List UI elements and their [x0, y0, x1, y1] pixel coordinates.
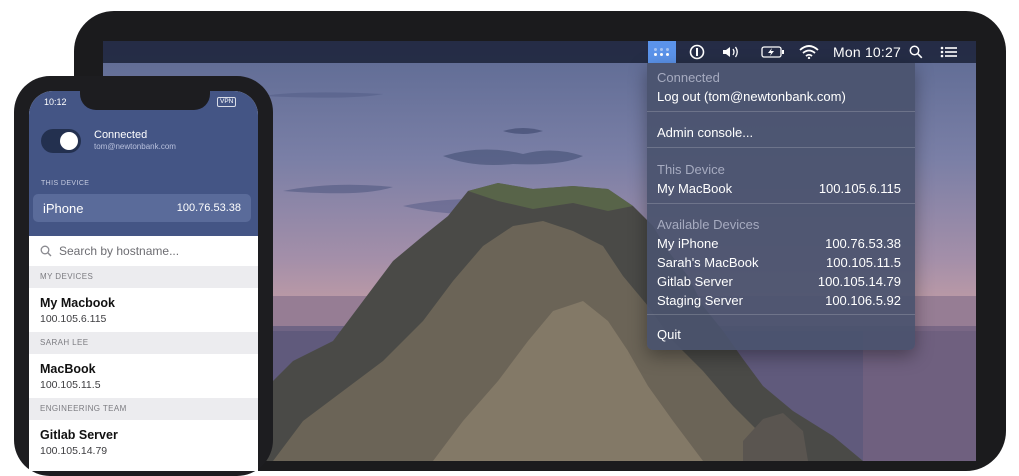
search-bar[interactable]: Search by hostname... [29, 236, 258, 266]
menu-separator [647, 147, 915, 148]
menu-item-device[interactable]: My iPhone 100.76.53.38 [657, 234, 901, 252]
device-name: My iPhone [657, 235, 719, 251]
device-ip: 100.105.11.5 [40, 379, 101, 391]
search-placeholder: Search by hostname... [59, 244, 180, 258]
phone-notch [80, 76, 210, 110]
device-ip: 100.105.6.115 [40, 313, 107, 325]
this-device-header: THIS DEVICE [41, 180, 90, 187]
notification-center-icon[interactable] [937, 41, 961, 63]
tailscale-menu-icon[interactable] [648, 41, 676, 63]
device-name: Sarah's MacBook [657, 254, 759, 270]
vpn-badge: VPN [217, 97, 237, 107]
device-name: Gitlab Server [40, 428, 118, 442]
menu-bar: Mon 10:27 [103, 41, 976, 63]
device-name: My MacBook [657, 180, 733, 196]
this-device-row[interactable]: iPhone 100.76.53.38 [33, 194, 251, 222]
tailscale-dropdown-menu: Connected Log out (tom@newtonbank.com) A… [647, 63, 915, 350]
wifi-icon[interactable] [796, 41, 822, 63]
menu-item-logout[interactable]: Log out (tom@newtonbank.com) [657, 87, 901, 105]
menu-separator [647, 111, 915, 112]
list-item[interactable]: Gitlab Server 100.105.14.79 [29, 420, 258, 464]
list-item[interactable]: My Macbook 100.105.6.115 [29, 288, 258, 332]
menu-separator [647, 314, 915, 315]
menu-item-device[interactable]: Gitlab Server 100.105.14.79 [657, 272, 901, 290]
device-ip: 100.105.11.5 [826, 254, 901, 270]
menu-header-available-devices: Available Devices [657, 216, 760, 232]
search-icon [40, 245, 52, 257]
menu-item-this-device[interactable]: My MacBook 100.105.6.115 [657, 179, 901, 197]
menu-bar-clock[interactable]: Mon 10:27 [831, 41, 903, 63]
battery-icon[interactable] [759, 41, 787, 63]
section-header: ENGINEERING TEAM [29, 398, 258, 420]
volume-icon[interactable] [718, 41, 744, 63]
toggle-knob [60, 132, 78, 150]
section-header: MY DEVICES [29, 266, 258, 288]
menu-item-device[interactable]: Staging Server 100.106.5.92 [657, 291, 901, 309]
menu-item-quit[interactable]: Quit [657, 325, 901, 343]
device-name: Gitlab Server [657, 273, 733, 289]
device-name: iPhone [43, 201, 84, 216]
device-ip: 100.105.6.115 [818, 180, 901, 196]
device-name: MacBook [40, 362, 96, 376]
device-ip: 100.105.14.79 [40, 445, 108, 457]
connection-status: Connected [94, 129, 148, 141]
device-ip: 100.76.53.38 [825, 235, 901, 251]
connection-account: tom@newtonbank.com [94, 142, 176, 151]
device-name: My Macbook [40, 296, 116, 310]
menu-item-device[interactable]: Sarah's MacBook 100.105.11.5 [657, 253, 901, 271]
menu-header-this-device: This Device [657, 161, 725, 177]
section-header: SARAH LEE [29, 332, 258, 354]
menu-separator [647, 203, 915, 204]
device-name: Staging Server [657, 292, 743, 308]
status-time: 10:12 [44, 97, 67, 107]
onepassword-icon[interactable] [685, 41, 709, 63]
device-ip: 100.76.53.38 [176, 202, 241, 214]
menu-item-admin-console[interactable]: Admin console... [657, 123, 901, 141]
phone-screen: 10:12 VPN Connected tom@newtonbank.com T… [29, 91, 258, 471]
connection-toggle[interactable] [41, 129, 81, 153]
list-item[interactable]: MacBook 100.105.11.5 [29, 354, 258, 398]
device-ip: 100.106.5.92 [825, 292, 901, 308]
device-ip: 100.105.14.79 [817, 273, 901, 289]
spotlight-search-icon[interactable] [906, 41, 926, 63]
phone-header: 10:12 VPN Connected tom@newtonbank.com T… [29, 91, 258, 236]
menu-header-connected: Connected [657, 69, 720, 85]
